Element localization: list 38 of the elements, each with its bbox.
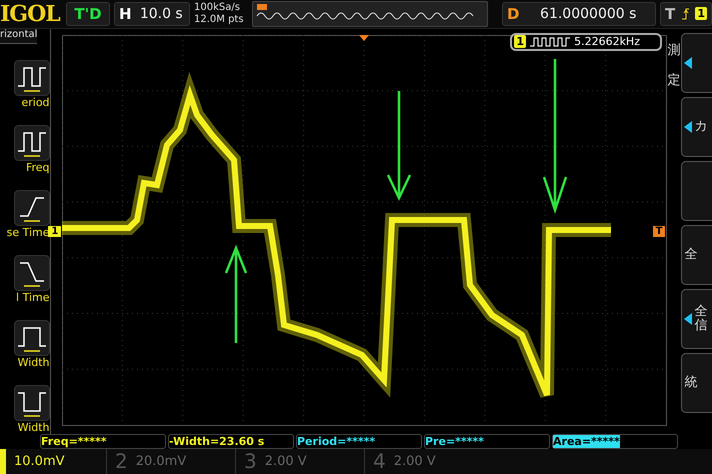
pulse-train-icon bbox=[530, 36, 570, 47]
measurement-readout: Period=***** bbox=[297, 434, 376, 448]
period-waveform-icon bbox=[14, 60, 50, 96]
mode-box[interactable]: T'D bbox=[66, 2, 110, 26]
measurement-readout: Freq=***** bbox=[41, 434, 107, 448]
measure-option[interactable]: l Time bbox=[0, 238, 50, 304]
menu-button[interactable]: 全信 bbox=[681, 288, 712, 349]
sample-rate: 100kSa/s bbox=[194, 2, 241, 14]
measurement-readout: Area=***** bbox=[553, 434, 620, 448]
measure-option[interactable]: Width bbox=[0, 368, 50, 434]
rise-waveform-icon bbox=[14, 190, 50, 226]
timebase-box[interactable]: H 10.0 s bbox=[114, 2, 190, 26]
freq-waveform-icon bbox=[14, 124, 50, 161]
delay-box[interactable]: D 61.0000000 s bbox=[502, 2, 656, 26]
logo-text: IGOL bbox=[0, 0, 62, 27]
measure-option[interactable]: Width bbox=[0, 304, 50, 369]
measurement-readout: -Width=23.60 s bbox=[169, 434, 264, 448]
panel-title: rizontal bbox=[0, 28, 38, 44]
menu-title: 測 bbox=[667, 42, 682, 59]
nwidth-waveform-icon bbox=[14, 384, 50, 421]
menu-button[interactable]: 全 bbox=[681, 224, 712, 285]
fall-waveform-icon bbox=[14, 254, 50, 291]
measurement-readout: Pre=***** bbox=[425, 434, 484, 448]
menu-button[interactable]: 統 bbox=[681, 352, 712, 413]
channel-marker: 1 bbox=[48, 226, 62, 237]
measure-option[interactable]: Freq bbox=[0, 108, 50, 174]
channel-tab[interactable]: 10.0mV bbox=[0, 448, 106, 474]
measure-option[interactable]: se Time bbox=[0, 174, 50, 239]
pwidth-waveform-icon bbox=[14, 320, 50, 356]
trigger-box[interactable]: T 1 bbox=[660, 2, 712, 26]
menu-title: 定 bbox=[667, 72, 682, 89]
menu-button[interactable]: カ bbox=[681, 96, 712, 157]
menu-button[interactable] bbox=[681, 32, 712, 93]
rising-edge-icon bbox=[681, 6, 690, 21]
memory-depth: 12.0M pts bbox=[194, 14, 245, 26]
frequency-counter: 1 5.22662kHz bbox=[510, 32, 662, 51]
measure-option[interactable]: eriod bbox=[0, 44, 50, 109]
trigger-position-icon bbox=[359, 34, 370, 41]
